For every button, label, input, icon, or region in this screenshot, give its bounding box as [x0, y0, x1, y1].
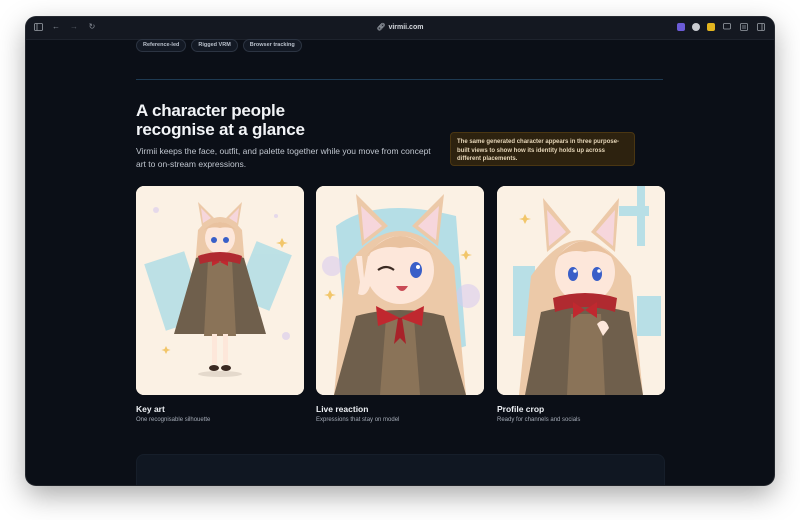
- extension-icon[interactable]: [677, 23, 685, 31]
- card-subtitle: Ready for channels and socials: [497, 417, 581, 423]
- card-title: Live reaction: [316, 404, 369, 414]
- tag-browser-tracking: Browser tracking: [242, 39, 302, 52]
- live-reaction-image: [316, 186, 484, 395]
- section-description: Virmii keeps the face, outfit, and palet…: [136, 146, 431, 169]
- card-key-art: Key art One recognisable silhouette: [136, 186, 304, 423]
- tabs-overview-icon[interactable]: [739, 22, 749, 32]
- profile-crop-image: [497, 186, 665, 395]
- link-icon: 🔗︎: [376, 24, 386, 31]
- chat-icon[interactable]: [722, 22, 732, 32]
- split-view-icon[interactable]: [756, 22, 766, 32]
- card-subtitle: One recognisable silhouette: [136, 417, 211, 423]
- card-profile-crop: Profile crop Ready for channels and soci…: [497, 186, 665, 423]
- extension-icon[interactable]: [692, 23, 700, 31]
- next-section-panel: [136, 454, 665, 485]
- url-text: virmii.com: [388, 24, 424, 31]
- extension-icon[interactable]: [707, 23, 715, 31]
- page-content: Reference-led Rigged VRM Browser trackin…: [26, 39, 774, 485]
- section-divider: [136, 79, 663, 80]
- tag-reference-led: Reference-led: [136, 39, 187, 52]
- section-headline: A character people recognise at a glance: [136, 101, 436, 139]
- card-subtitle: Expressions that stay on model: [316, 417, 400, 423]
- info-note: The same generated character appears in …: [450, 132, 635, 166]
- headline-line-1: A character people: [136, 101, 285, 120]
- card-title: Profile crop: [497, 404, 545, 414]
- card-title: Key art: [136, 404, 165, 414]
- card-live-reaction: Live reaction Expressions that stay on m…: [316, 186, 484, 423]
- browser-window: ← → ↻ 🔗︎ virmii.com Reference-led Rigged …: [26, 17, 774, 485]
- address-bar[interactable]: 🔗︎ virmii.com: [26, 23, 774, 31]
- headline-line-2: recognise at a glance: [136, 120, 305, 139]
- tag-rigged-vrm: Rigged VRM: [191, 39, 238, 52]
- key-art-image: [136, 186, 304, 395]
- browser-toolbar: ← → ↻ 🔗︎ virmii.com: [26, 17, 774, 40]
- feature-tags: Reference-led Rigged VRM Browser trackin…: [136, 39, 302, 52]
